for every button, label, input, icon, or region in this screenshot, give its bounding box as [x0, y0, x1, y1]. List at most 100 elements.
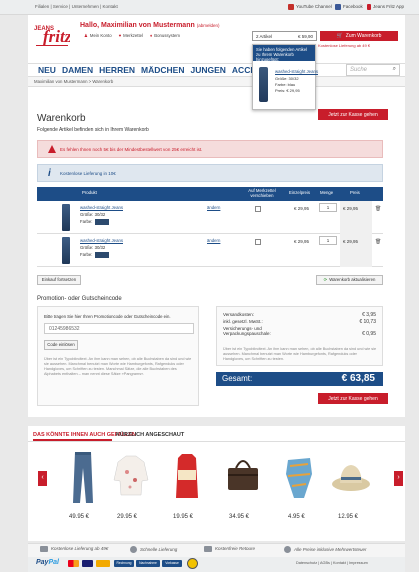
cart-icon: 🛒	[336, 33, 343, 39]
warning-icon	[48, 145, 56, 153]
feature-vat: Alle Preise inklusive Mehrwertsteuer	[284, 546, 367, 553]
product-price: 12.95 €	[338, 514, 359, 520]
bonus-link[interactable]: ♦ Bonussystem	[150, 33, 180, 38]
chevron-right-icon[interactable]: ›	[394, 471, 403, 486]
account-links: ♟ Mein Konto ♥ Merkzettel ♦ Bonussystem	[84, 33, 180, 38]
product-scarf[interactable]	[278, 450, 320, 505]
promo-box: Bitte tragen Sie hier Ihren Promotioncod…	[37, 306, 199, 406]
cart-table-header: Produkt Auf Merkzettel verschieben Einze…	[37, 187, 383, 201]
product-image[interactable]	[62, 237, 70, 264]
trash-icon[interactable]: 🗑	[375, 206, 381, 212]
truck-icon	[40, 546, 48, 552]
popup-message: Sie haben folgenden Artikel zu Ihrem War…	[253, 45, 315, 62]
move-to-wishlist-checkbox[interactable]	[255, 206, 261, 212]
page-title: Warenkorb	[37, 113, 86, 124]
move-to-wishlist-checkbox[interactable]	[255, 239, 261, 245]
product-top[interactable]	[166, 450, 208, 505]
phone-icon	[367, 4, 371, 10]
nav-item-damen[interactable]: DAMEN	[62, 65, 93, 75]
update-cart-button[interactable]: ⟳ Warenkorb aktualisieren	[316, 275, 383, 285]
my-account-link[interactable]: ♟ Mein Konto	[84, 33, 112, 38]
product-name-link[interactable]: washed-straight Jeans	[80, 238, 123, 243]
facebook-link[interactable]: Facebook	[335, 4, 363, 10]
pay-invoice-badge: Rechnung	[114, 560, 134, 567]
delivery-info: i Kostenlose Lieferung in 10€	[37, 164, 383, 182]
mini-cart[interactable]: 2 Artikel € 59,90	[252, 31, 317, 41]
product-price: 4.95 €	[288, 514, 305, 520]
product-price: 34.95 €	[229, 514, 250, 520]
color-swatch	[95, 252, 110, 258]
free-delivery-hint: Kostenlose Lieferung ab 49 €	[318, 43, 371, 48]
tab-divider	[28, 441, 405, 442]
return-icon	[204, 546, 212, 552]
app-link[interactable]: Jeans Fritz App	[367, 4, 404, 10]
youtube-link[interactable]: YouTube Channel	[288, 4, 332, 10]
breadcrumb[interactable]: Maximilian von Mustermann > Warenkorb	[34, 79, 113, 84]
wishlist-link[interactable]: ♥ Merkzettel	[119, 33, 143, 38]
total-value: € 63,85	[341, 373, 375, 384]
paypal-logo: PayPal	[36, 559, 59, 566]
percent-icon	[284, 546, 291, 553]
product-name-link[interactable]: washed-straight Jeans	[80, 205, 123, 210]
min-order-alert: Es fehlen Ihnen noch 5€ bis der Mindestb…	[37, 140, 383, 158]
product-color: Farbe:	[80, 252, 110, 258]
pay-cod-badge: Nachnahme	[136, 560, 160, 567]
nav-item-herren[interactable]: HERREN	[99, 65, 135, 75]
product-price: 29.95 €	[117, 514, 138, 520]
checkout-button-top[interactable]: Jetzt zur Kasse gehen	[318, 109, 388, 120]
added-to-cart-popup: Sie haben folgenden Artikel zu Ihrem War…	[252, 44, 318, 110]
chevron-left-icon[interactable]: ‹	[38, 471, 47, 486]
to-cart-button[interactable]: 🛒 Zum Warenkorb	[320, 31, 398, 41]
info-icon: i	[48, 168, 51, 179]
edit-link[interactable]: ändern	[207, 205, 220, 210]
product-blouse[interactable]	[110, 450, 152, 505]
top-links[interactable]: Filialen | Service | Unternehmen | Konta…	[35, 4, 118, 9]
footer-links[interactable]: Datenschutz | AGBs | Kontakt | Impressum	[296, 561, 368, 566]
product-color: Farbe:	[80, 219, 110, 225]
jeans-fritz-logo[interactable]: JEANS fritz	[34, 20, 70, 50]
page-subtitle: Folgende Artikel befinden sich in Ihrem …	[37, 127, 149, 133]
feature-free-return: Kostenfreie Retoure	[204, 546, 255, 552]
tab-recently-viewed[interactable]: KÜRZLICH ANGESCHAUT	[116, 430, 196, 441]
feature-fast-delivery: Schnelle Lieferung	[130, 546, 177, 553]
redeem-code-button[interactable]: Code einlösen	[44, 340, 78, 350]
logout-link[interactable]: (abmelden)	[197, 23, 220, 28]
pay-prepayment-badge: Vorkasse	[162, 560, 182, 567]
product-price: 19.95 €	[173, 514, 194, 520]
popup-product-link[interactable]: washed-straight Jeans	[275, 69, 318, 74]
user-icon: ♟	[84, 33, 88, 38]
nav-item-maedchen[interactable]: MÄDCHEN	[141, 65, 184, 75]
continue-shopping-button[interactable]: Einkauf fortsetzen	[37, 275, 81, 285]
nav-item-neu[interactable]: NEU	[38, 65, 56, 75]
product-image[interactable]	[62, 204, 70, 231]
product-hat[interactable]	[330, 450, 372, 505]
svg-text:fritz: fritz	[43, 27, 70, 46]
popup-product-image	[259, 67, 268, 102]
search-input[interactable]: Suche ⌕	[346, 64, 400, 76]
trash-icon[interactable]: 🗑	[375, 239, 381, 245]
youtube-icon	[288, 4, 294, 10]
heart-icon: ♥	[118, 33, 122, 38]
nav-item-jungen[interactable]: JUNGEN	[190, 65, 225, 75]
quantity-input[interactable]: 1	[319, 203, 337, 212]
cart-row: washed-straight Jeans Größe: 30/32 Farbe…	[37, 201, 383, 234]
facebook-icon	[335, 4, 341, 10]
product-jeans[interactable]	[62, 450, 104, 505]
row-total: € 29,95	[340, 234, 372, 267]
clock-icon	[130, 546, 137, 553]
tab-recommended[interactable]: DAS KÖNNTE IHNEN AUCH GEFALLEN	[33, 430, 136, 441]
checkout-button-bottom[interactable]: Jetzt zur Kasse gehen	[318, 393, 388, 404]
greeting: Hallo, Maximilian von Mustermann (abmeld…	[80, 22, 220, 29]
visa-icon	[82, 560, 93, 567]
color-swatch	[95, 219, 110, 225]
row-total: € 29,95	[340, 201, 372, 234]
sofort-icon	[96, 560, 110, 567]
trusted-shop-seal-icon	[187, 558, 198, 569]
edit-link[interactable]: ändern	[207, 238, 220, 243]
promo-code-input[interactable]: 01245986532	[44, 323, 194, 334]
quantity-input[interactable]: 1	[319, 236, 337, 245]
search-icon[interactable]: ⌕	[393, 66, 396, 73]
refresh-icon: ⟳	[323, 277, 328, 283]
order-summary: Versandkosten: € 3,95 inkl. gesetzl. MwS…	[216, 306, 383, 366]
product-bag[interactable]	[222, 450, 264, 505]
